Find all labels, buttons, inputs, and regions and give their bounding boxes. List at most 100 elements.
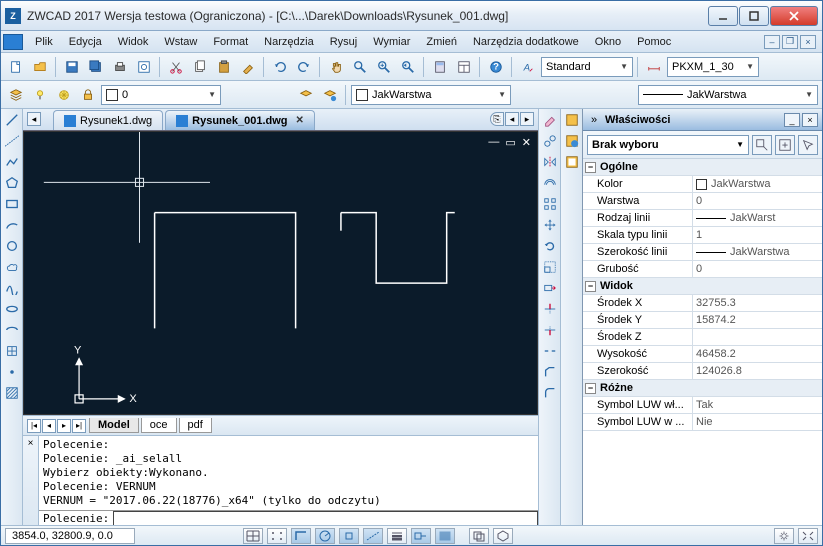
layer-on-icon[interactable] (29, 84, 51, 106)
layer-manager-icon[interactable] (5, 84, 27, 106)
fillet-icon[interactable] (541, 384, 559, 402)
chamfer-icon[interactable] (541, 363, 559, 381)
palette2-icon[interactable] (563, 132, 581, 150)
layer-state-icon[interactable] (319, 84, 341, 106)
menu-plik[interactable]: Plik (27, 34, 61, 50)
point-icon[interactable] (3, 363, 21, 381)
menu-narzędzia dodatkowe[interactable]: Narzędzia dodatkowe (465, 34, 587, 50)
settings-gear-icon[interactable] (774, 528, 794, 544)
offset-icon[interactable] (541, 174, 559, 192)
prop-section[interactable]: −Różne (583, 380, 822, 397)
copy-icon[interactable] (189, 56, 211, 78)
textstyle-combo[interactable]: Standard▼ (541, 57, 633, 77)
preview-icon[interactable] (133, 56, 155, 78)
extend-icon[interactable] (541, 321, 559, 339)
snap-grid-icon[interactable] (243, 528, 263, 544)
tab-nav-left2-icon[interactable]: ◂ (505, 112, 519, 126)
undo-icon[interactable] (269, 56, 291, 78)
menu-edycja[interactable]: Edycja (61, 34, 110, 50)
layer-prev-icon[interactable] (295, 84, 317, 106)
dynmode-icon[interactable] (411, 528, 431, 544)
mdi-minimize-button[interactable]: – (764, 35, 780, 49)
lwt-icon[interactable] (387, 528, 407, 544)
prop-section[interactable]: −Ogólne (583, 159, 822, 176)
menu-wymiar[interactable]: Wymiar (365, 34, 418, 50)
arc-icon[interactable] (3, 216, 21, 234)
open-icon[interactable] (29, 56, 51, 78)
zoom-realtime-icon[interactable] (349, 56, 371, 78)
app-logo-icon[interactable] (3, 34, 23, 50)
erase-icon[interactable] (541, 111, 559, 129)
tab-close-icon[interactable]: ✕ (296, 115, 304, 126)
move-icon[interactable] (541, 216, 559, 234)
layout-tab-pdf[interactable]: pdf (179, 418, 212, 433)
prop-row[interactable]: Wysokość46458.2 (583, 346, 822, 363)
close-button[interactable] (770, 6, 818, 26)
layout-tab-model[interactable]: Model (89, 418, 139, 433)
prop-row[interactable]: Symbol LUW w ...Nie (583, 414, 822, 431)
prop-row[interactable]: Szerokość liniiJakWarstwa (583, 244, 822, 261)
color-combo[interactable]: JakWarstwa ▼ (351, 85, 511, 105)
prop-section[interactable]: −Widok (583, 278, 822, 295)
layout-tab-oce[interactable]: oce (141, 418, 177, 433)
ellipse-arc-icon[interactable] (3, 321, 21, 339)
layout-nav[interactable]: |◂ (27, 419, 41, 433)
zoom-prev-icon[interactable] (397, 56, 419, 78)
polygon-icon[interactable] (3, 174, 21, 192)
matchprop-icon[interactable] (237, 56, 259, 78)
dimstyle-icon[interactable] (643, 56, 665, 78)
textstyle-icon[interactable]: A (517, 56, 539, 78)
scale-icon[interactable] (541, 258, 559, 276)
selectobj-icon[interactable] (798, 135, 818, 155)
osnap-icon[interactable] (339, 528, 359, 544)
mdi-close-button[interactable]: × (800, 35, 816, 49)
prop-row[interactable]: Środek Y15874.2 (583, 312, 822, 329)
ellipse-icon[interactable] (3, 300, 21, 318)
paste-icon[interactable] (213, 56, 235, 78)
menu-narzędzia[interactable]: Narzędzia (256, 34, 322, 50)
doc-tab[interactable]: Rysunek_001.dwg✕ (165, 110, 315, 130)
menu-zmień[interactable]: Zmień (418, 34, 465, 50)
hatch-icon[interactable] (3, 384, 21, 402)
menu-format[interactable]: Format (205, 34, 256, 50)
command-close-icon[interactable]: × (23, 436, 39, 527)
properties-icon[interactable] (453, 56, 475, 78)
prop-row[interactable]: Środek X32755.3 (583, 295, 822, 312)
tab-nav-right-icon[interactable]: ▸ (520, 112, 534, 126)
menu-pomoc[interactable]: Pomoc (629, 34, 679, 50)
selection-combo[interactable]: Brak wyboru▼ (587, 135, 749, 155)
new-icon[interactable] (5, 56, 27, 78)
layout-nav[interactable]: ◂ (42, 419, 56, 433)
polar-icon[interactable] (315, 528, 335, 544)
model-icon[interactable] (435, 528, 455, 544)
line-icon[interactable] (3, 111, 21, 129)
drawing-canvas[interactable]: — ▭ ✕ Y X (23, 131, 538, 415)
palette3-icon[interactable] (563, 153, 581, 171)
pan-icon[interactable] (325, 56, 347, 78)
block-icon[interactable] (3, 342, 21, 360)
copy-obj-icon[interactable] (541, 132, 559, 150)
layer-combo[interactable]: 0 ▼ (101, 85, 221, 105)
minimize-button[interactable] (708, 6, 738, 26)
menu-rysuj[interactable]: Rysuj (322, 34, 366, 50)
prop-row[interactable]: Warstwa0 (583, 193, 822, 210)
layout-nav[interactable]: ▸ (57, 419, 71, 433)
break-icon[interactable] (541, 342, 559, 360)
properties-close-icon[interactable]: × (802, 113, 818, 127)
ortho-icon[interactable] (291, 528, 311, 544)
snap-mode-icon[interactable] (267, 528, 287, 544)
properties-pin-icon[interactable]: » (587, 113, 601, 127)
spline-icon[interactable] (3, 279, 21, 297)
circle-icon[interactable] (3, 237, 21, 255)
quickselect-icon[interactable] (752, 135, 772, 155)
palette1-icon[interactable] (563, 111, 581, 129)
redo-icon[interactable] (293, 56, 315, 78)
menu-wstaw[interactable]: Wstaw (156, 34, 205, 50)
help-icon[interactable]: ? (485, 56, 507, 78)
doc-tab[interactable]: Rysunek1.dwg (53, 110, 163, 130)
mirror-icon[interactable] (541, 153, 559, 171)
collapse-icon[interactable]: − (585, 281, 596, 292)
mdi-restore-button[interactable]: ❐ (782, 35, 798, 49)
layout-nav[interactable]: ▸| (72, 419, 86, 433)
coordinates[interactable]: 3854.0, 32800.9, 0.0 (5, 528, 135, 544)
